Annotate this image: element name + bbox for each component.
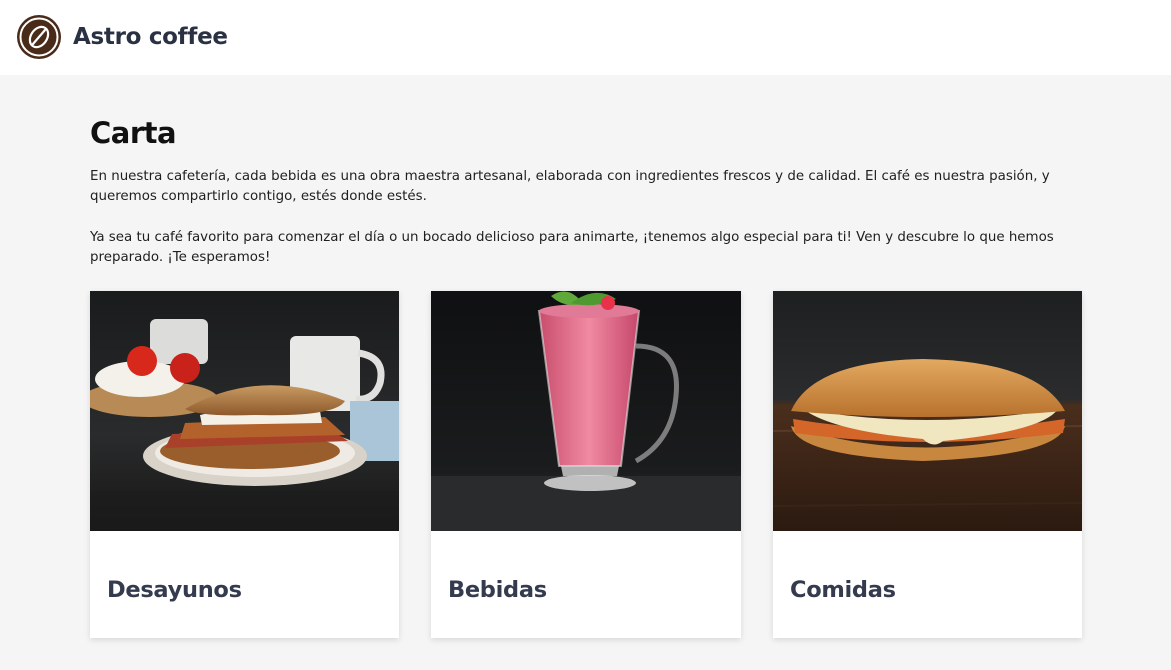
chicken-sub-sandwich-image <box>773 291 1082 531</box>
breakfast-sandwich-image <box>90 291 399 531</box>
category-label[interactable]: Desayunos <box>107 575 242 605</box>
category-label[interactable]: Comidas <box>790 575 896 605</box>
page-title: Carta <box>90 116 177 150</box>
brand-name[interactable]: Astro coffee <box>73 20 228 54</box>
coffee-bean-logo-icon[interactable] <box>16 14 62 60</box>
category-label[interactable]: Bebidas <box>448 575 547 605</box>
berry-smoothie-image <box>431 291 741 531</box>
category-card-bebidas[interactable]: Bebidas <box>431 291 741 638</box>
intro-paragraph: En nuestra cafetería, cada bebida es una… <box>90 169 1050 204</box>
category-card-desayunos[interactable]: Desayunos <box>90 291 399 638</box>
category-card-comidas[interactable]: Comidas <box>773 291 1082 638</box>
invitation-paragraph: Ya sea tu café favorito para comenzar el… <box>90 230 1054 265</box>
site-header: Astro coffee <box>0 0 1171 75</box>
